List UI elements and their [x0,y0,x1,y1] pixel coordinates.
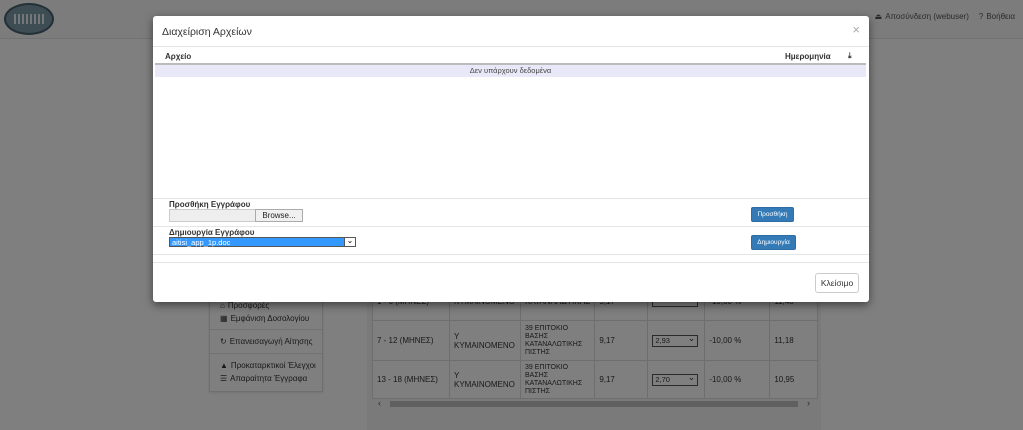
add-document-label: Προσθήκη Εγγράφου [169,200,251,209]
modal-footer-divider [153,262,869,263]
chevron-down-icon: ⌄ [344,237,355,246]
create-document-label: Δημιουργία Εγγράφου [169,228,255,237]
empty-message: Δεν υπάρχουν δεδομένα [155,65,866,77]
file-management-modal: Διαχείριση Αρχείων × Αρχείο Ημερομηνία ⤓… [153,16,869,302]
close-button[interactable]: Κλείσιμο [815,273,859,293]
divider [153,254,869,255]
column-header-file: Αρχείο [165,52,192,61]
column-header-date: Ημερομηνία [785,52,831,61]
modal-title: Διαχείριση Αρχείων [162,26,252,38]
browse-button[interactable]: Browse... [255,209,303,222]
file-path-field[interactable] [169,209,257,222]
selected-template: aitisi_app_1p.doc [172,238,231,247]
divider [153,46,869,47]
create-button[interactable]: Δημιουργία [751,235,796,250]
document-template-select[interactable]: aitisi_app_1p.doc ⌄ [169,237,356,247]
close-icon[interactable]: × [852,22,860,37]
divider [153,198,869,199]
add-button[interactable]: Προσθήκη [751,207,794,222]
divider [153,226,869,227]
download-icon: ⤓ [848,51,852,60]
